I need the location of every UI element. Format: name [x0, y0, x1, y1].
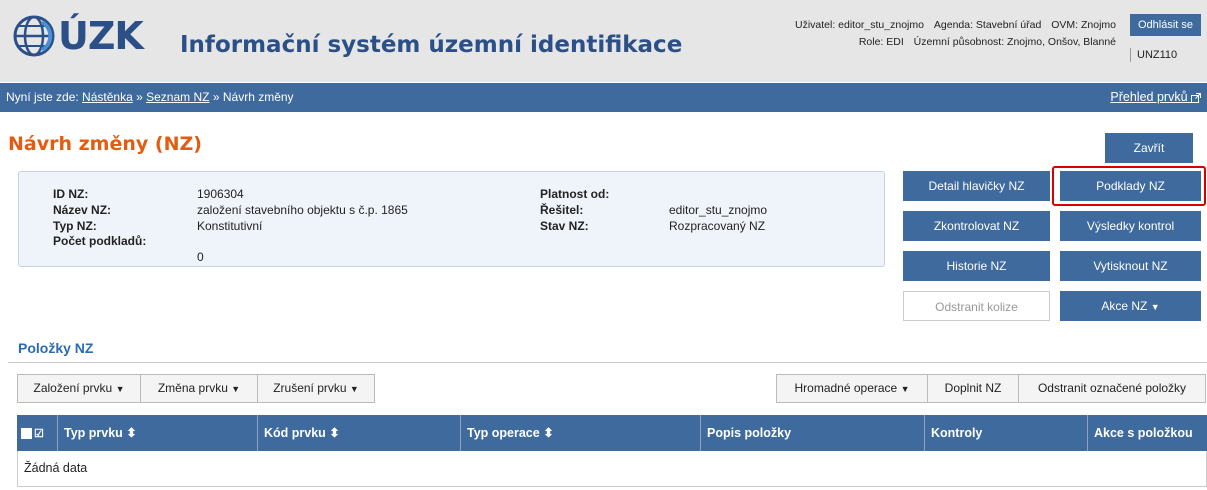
page-title: Návrh změny (NZ)	[8, 133, 202, 155]
bulk-operations-dropdown[interactable]: Hromadné operace ▼	[776, 374, 928, 403]
solver-label: Řešitel:	[540, 203, 584, 217]
sort-icon: ⬍	[126, 426, 137, 440]
close-button[interactable]: Zavřít	[1105, 133, 1193, 163]
col-item-actions: Akce s položkou	[1094, 426, 1193, 440]
fill-nz-button[interactable]: Doplnit NZ	[927, 374, 1019, 403]
breadcrumb-current: Návrh změny	[222, 90, 294, 104]
caret-down-icon: ▼	[1150, 302, 1160, 312]
cuzk-logo[interactable]: ÚZK	[12, 14, 144, 58]
cancel-element-dropdown[interactable]: Zrušení prvku ▼	[257, 374, 375, 403]
create-element-label: Založení prvku	[33, 381, 113, 395]
role-label: Role: EDI	[858, 36, 904, 48]
col-operation-type-label: Typ operace	[467, 426, 540, 440]
caret-down-icon: ▼	[231, 384, 241, 394]
sort-icon: ⬍	[329, 426, 340, 440]
solver-value: editor_stu_znojmo	[669, 203, 768, 217]
user-info: Uživatel: editor_stu_znojmo Agenda: Stav…	[788, 17, 1116, 51]
name-label: Název NZ:	[53, 203, 112, 217]
caret-down-icon: ▼	[349, 384, 359, 394]
breadcrumb-separator: »	[136, 90, 143, 104]
id-value: 1906304	[197, 187, 244, 201]
remove-selected-button[interactable]: Odstranit označené položky	[1018, 374, 1206, 403]
highlight-frame	[1052, 166, 1206, 206]
breadcrumb-dashboard-link[interactable]: Nástěnka	[82, 90, 133, 104]
history-button[interactable]: Historie NZ	[903, 251, 1050, 281]
bulk-operations-label: Hromadné operace	[794, 381, 898, 395]
col-element-type-label: Typ prvku	[64, 426, 123, 440]
breadcrumb: Nyní jste zde: Nástěnka » Seznam NZ » Ná…	[0, 83, 1207, 112]
nz-actions-dropdown[interactable]: Akce NZ ▼	[1060, 291, 1201, 321]
name-value: založení stavebního objektu s č.p. 1865	[197, 203, 408, 217]
count-label: Počet podkladů:	[53, 234, 147, 248]
section-divider	[8, 362, 1207, 363]
select-all-checkbox[interactable]	[21, 428, 32, 440]
count-value: 0	[197, 250, 204, 264]
system-title: Informační systém územní identifikace	[180, 32, 683, 58]
table-header: ☑ Typ prvku ⬍ Kód prvku ⬍ Typ operace ⬍ …	[17, 415, 1207, 451]
check-all-icon[interactable]: ☑	[34, 428, 44, 440]
col-checks: Kontroly	[925, 415, 1088, 451]
col-operation-type[interactable]: Typ operace ⬍	[461, 415, 701, 451]
check-nz-button[interactable]: Zkontrolovat NZ	[903, 211, 1050, 241]
change-element-dropdown[interactable]: Změna prvku ▼	[140, 374, 258, 403]
globe-logo-icon	[13, 15, 55, 57]
type-label: Typ NZ:	[53, 219, 97, 233]
remove-collisions-button[interactable]: Odstranit kolize	[903, 291, 1050, 321]
caret-down-icon: ▼	[900, 384, 910, 394]
col-item-description: Popis položky	[701, 415, 925, 451]
cancel-element-label: Zrušení prvku	[273, 381, 347, 395]
unz-code: UNZ110	[1130, 48, 1177, 62]
col-element-type[interactable]: Typ prvku ⬍	[58, 415, 258, 451]
caret-down-icon: ▼	[115, 384, 125, 394]
sort-icon: ⬍	[543, 426, 554, 440]
id-label: ID NZ:	[53, 187, 89, 201]
breadcrumb-nz-list-link[interactable]: Seznam NZ	[146, 90, 209, 104]
change-element-label: Změna prvku	[157, 381, 228, 395]
col-element-code-label: Kód prvku	[264, 426, 326, 440]
table-empty-row: Žádná data	[17, 451, 1207, 487]
state-value: Rozpracovaný NZ	[669, 219, 766, 233]
items-section-title: Položky NZ	[18, 340, 94, 356]
logout-button[interactable]: Odhlásit se	[1130, 14, 1201, 36]
ovm-label: OVM: Znojmo	[1051, 19, 1116, 31]
breadcrumb-trail: Nyní jste zde: Nástěnka » Seznam NZ » Ná…	[6, 83, 294, 112]
logo-text: ÚZK	[58, 14, 144, 58]
print-button[interactable]: Vytisknout NZ	[1060, 251, 1201, 281]
external-link-icon	[1191, 92, 1201, 103]
valid-from-label: Platnost od:	[540, 187, 610, 201]
breadcrumb-prefix: Nyní jste zde:	[6, 90, 79, 104]
create-element-dropdown[interactable]: Založení prvku ▼	[17, 374, 141, 403]
nz-info-panel: ID NZ: 1906304 Název NZ: založení staveb…	[18, 171, 885, 267]
element-overview-link[interactable]: Přehled prvků	[1110, 83, 1201, 112]
user-label: Uživatel: editor_stu_znojmo	[794, 19, 924, 31]
header-detail-button[interactable]: Detail hlavičky NZ	[903, 171, 1050, 201]
state-label: Stav NZ:	[540, 219, 589, 233]
nz-actions-label: Akce NZ	[1101, 299, 1148, 313]
col-element-code[interactable]: Kód prvku ⬍	[258, 415, 461, 451]
select-all-cell: ☑	[17, 415, 58, 451]
agenda-label: Agenda: Stavební úřad	[933, 19, 1042, 31]
breadcrumb-separator: »	[212, 90, 220, 104]
scope-label: Územní působnost: Znojmo, Onšov, Blanné	[913, 36, 1116, 48]
check-results-button[interactable]: Výsledky kontrol	[1060, 211, 1201, 241]
app-header: ÚZK Informační systém územní identifikac…	[0, 0, 1207, 82]
element-overview-label: Přehled prvků	[1110, 90, 1188, 104]
type-value: Konstitutivní	[197, 219, 263, 233]
